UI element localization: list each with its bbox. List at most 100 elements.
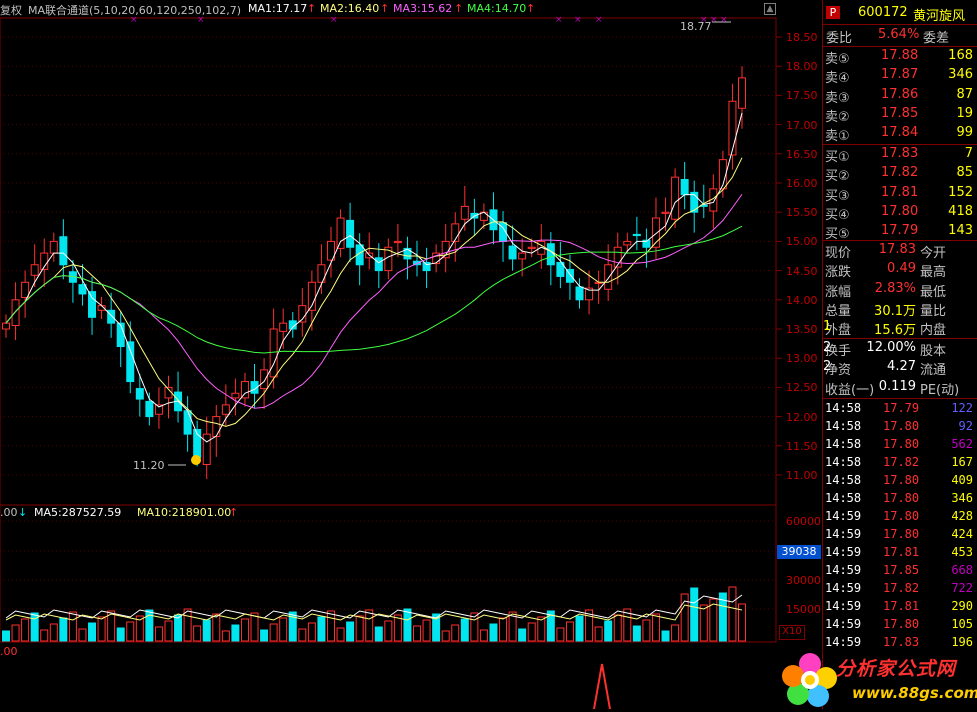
weibi-row: 委比 5.64% 委差 xyxy=(823,27,977,46)
kline-chart[interactable]: × × × × × × × × × xyxy=(0,0,822,710)
candle-body xyxy=(126,341,135,383)
volume-bar xyxy=(651,613,660,642)
p-icon[interactable]: P xyxy=(826,6,840,19)
high-price-annotation: 18.77 xyxy=(680,20,712,33)
ma4-legend: MA4:14.70 xyxy=(467,2,527,15)
trade-time: 14:58 xyxy=(825,473,862,487)
bid-price: 17.80 xyxy=(881,203,919,219)
trade-time: 14:59 xyxy=(825,581,862,595)
bid-label: 买① xyxy=(825,150,850,165)
low-marker-icon xyxy=(191,455,201,465)
bid-row: 买④ 17.80 418 xyxy=(823,203,977,223)
ask-volume: 168 xyxy=(948,48,973,63)
indicator-name[interactable]: MA联合通道(5,10,20,60,120,250,102,7) xyxy=(28,2,241,18)
candle-body xyxy=(508,245,517,260)
restore-right-label[interactable]: 复权 xyxy=(0,2,22,18)
ma3-line xyxy=(5,193,743,409)
volume-axis-15000: 15000 xyxy=(786,603,821,616)
watermark-url[interactable]: www.88gs.com xyxy=(852,684,977,702)
volume-unit-badge[interactable]: X10 xyxy=(779,625,805,640)
volume-bar xyxy=(279,617,288,642)
ask-label: 卖⑤ xyxy=(825,52,850,67)
trade-row[interactable]: 14:59 17.80 428 xyxy=(823,508,977,526)
ma3-legend: MA3:15.62 xyxy=(393,2,453,15)
volume-bar xyxy=(632,625,641,642)
candle-body xyxy=(269,328,278,378)
stock-name: 黄河旋风 xyxy=(913,9,966,24)
volume-ma5-legend: MA5:287527.59 xyxy=(34,506,122,519)
volume-up-icon: ↑ xyxy=(229,506,239,519)
trade-volume: 122 xyxy=(951,401,973,415)
trade-row[interactable]: 14:58 17.79 122 xyxy=(823,400,977,418)
watermark-title: 分析家公式网 xyxy=(836,658,957,680)
bid-volume: 143 xyxy=(948,223,973,239)
trade-row[interactable]: 14:58 17.80 562 xyxy=(823,436,977,454)
watermark-logo: 分析家公式网 www.88gs.com xyxy=(778,648,977,709)
volume-bar xyxy=(126,621,135,642)
bid-row: 买② 17.82 85 xyxy=(823,165,977,184)
candle-body xyxy=(59,236,68,266)
candle-body xyxy=(260,369,269,390)
trade-row[interactable]: 14:59 17.82 722 xyxy=(823,580,977,598)
trade-volume: 290 xyxy=(951,599,973,613)
bid-row: 买⑤ 17.79 143 xyxy=(823,223,977,242)
stat-value: 0.49 xyxy=(887,261,916,277)
candle-body xyxy=(21,281,30,298)
volume-bar xyxy=(575,615,584,642)
trade-row[interactable]: 14:58 17.80 409 xyxy=(823,472,977,490)
divider xyxy=(823,338,977,339)
price-axis-tick: 15.50 xyxy=(786,206,818,220)
kline-chart-area[interactable]: × × × × × × × × × xyxy=(0,0,822,710)
candle-body xyxy=(336,217,345,249)
trade-row[interactable]: 14:58 17.80 92 xyxy=(823,418,977,436)
candle-body xyxy=(231,392,240,399)
trade-volume: 346 xyxy=(951,491,973,505)
bid-price: 17.81 xyxy=(881,184,919,200)
stat-row: 净资 4.27 流通 2 xyxy=(823,359,977,378)
price-axis-tick: 13.50 xyxy=(786,323,818,336)
trade-price: 17.80 xyxy=(883,473,920,487)
trade-row[interactable]: 14:59 17.85 668 xyxy=(823,562,977,580)
trade-time: 14:58 xyxy=(825,401,862,415)
stat-value: 4.27 xyxy=(887,359,916,375)
signal-marker-icon: × xyxy=(595,15,603,25)
candle-body xyxy=(11,299,20,326)
volume-bar xyxy=(346,621,355,642)
scroll-up-button[interactable]: ▲ xyxy=(764,3,776,15)
ask-row: 卖② 17.85 19 xyxy=(823,105,977,125)
volume-bar xyxy=(699,604,708,642)
stat-value: 12.00% xyxy=(866,340,916,355)
ask-volume: 19 xyxy=(956,105,973,121)
signal-spike xyxy=(593,663,611,710)
price-axis-tick: 14.50 xyxy=(786,264,818,278)
volume-bar xyxy=(59,617,68,642)
stat-value: 0.119 xyxy=(878,378,916,394)
stat-value-2: 2 xyxy=(823,359,832,375)
volume-bar xyxy=(518,628,527,642)
candle-body xyxy=(422,261,431,272)
trade-row[interactable]: 14:58 17.80 346 xyxy=(823,490,977,508)
stat-label-2: PE(动) xyxy=(920,382,960,398)
volume-bar xyxy=(690,587,699,642)
trade-row[interactable]: 14:59 17.81 453 xyxy=(823,544,977,562)
trade-volume: 196 xyxy=(951,635,973,649)
trade-time: 14:59 xyxy=(825,599,862,613)
trade-price: 17.80 xyxy=(883,617,920,631)
trade-row[interactable]: 14:59 17.80 424 xyxy=(823,526,977,544)
trade-row[interactable]: 14:58 17.82 167 xyxy=(823,454,977,472)
trade-row[interactable]: 14:59 17.81 290 xyxy=(823,598,977,616)
ma4-up-icon: ↑ xyxy=(526,2,536,15)
candle-body xyxy=(135,388,144,400)
volume-bar xyxy=(671,624,680,642)
stat-value: 30.1万 xyxy=(874,303,916,319)
volume-bar xyxy=(441,630,450,642)
price-axis-tick: 13.00 xyxy=(786,352,818,366)
trade-row[interactable]: 14:59 17.80 105 xyxy=(823,616,977,634)
trade-time: 14:59 xyxy=(825,563,862,577)
bid-volume: 152 xyxy=(948,184,973,200)
volume-down-icon: ↓ xyxy=(18,506,28,519)
stat-label-2: 今开 xyxy=(920,246,947,261)
trade-volume: 105 xyxy=(951,617,973,631)
trade-price: 17.85 xyxy=(883,563,920,577)
candle-body xyxy=(393,240,402,244)
